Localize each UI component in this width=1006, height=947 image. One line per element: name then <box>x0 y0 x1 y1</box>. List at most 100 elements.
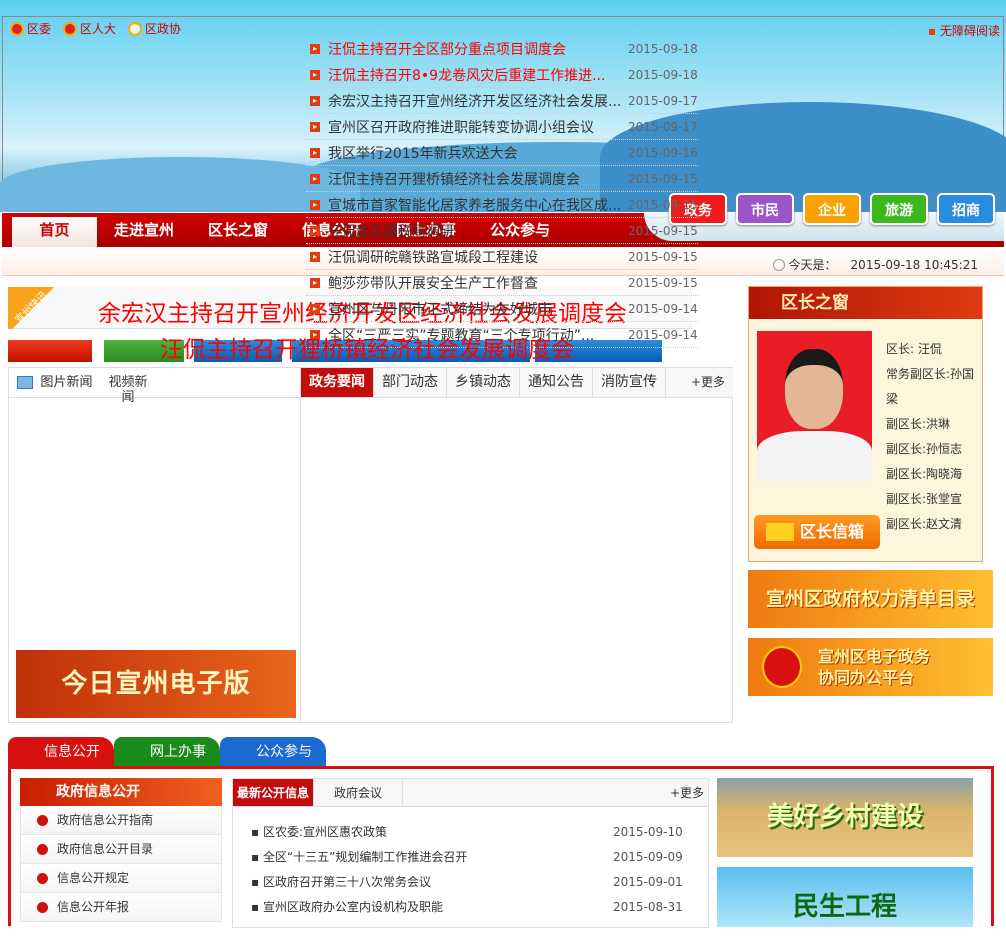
power-list-banner[interactable]: 宣州区政府权力清单目录 <box>748 570 993 628</box>
public-info-item[interactable]: ▪ 区农委:宣州区惠农政策 2015-09-10 <box>233 819 708 844</box>
link-district-committee[interactable]: 区委 <box>10 20 51 37</box>
promo-line: 协同办公平台 <box>818 668 915 687</box>
news-date: 2015-09-15 <box>628 275 698 290</box>
news-item[interactable]: ▸ 汪侃赴区国税局调研 2015-09-15 <box>306 218 698 244</box>
item-label: 政府信息公开指南 <box>57 813 154 827</box>
party-emblem-icon <box>10 21 24 36</box>
gov-info-item[interactable]: 信息公开规定 <box>20 864 222 893</box>
news-item[interactable]: ▸ 鲍莎莎带队开展安全生产工作督查 2015-09-15 <box>306 270 698 296</box>
channel-enterprise[interactable]: 企业 <box>803 193 861 225</box>
tab-online-service[interactable]: 网上办事 <box>114 737 220 767</box>
leader-name[interactable]: 副区长:孙恒志 <box>886 437 981 462</box>
flash-tag-label: 宣州快讯 <box>13 289 50 326</box>
link-label: 区委 <box>27 22 52 36</box>
item-label: 政府信息公开目录 <box>57 842 154 856</box>
date-label: 今天是： <box>788 258 837 272</box>
gov-info-item[interactable]: 政府信息公开目录 <box>20 835 222 864</box>
slide-bar[interactable] <box>8 340 92 362</box>
channel-tourism[interactable]: 旅游 <box>870 193 928 225</box>
tab-video-news[interactable]: 视频新闻 <box>104 368 152 405</box>
arrow-bullet-icon: ▸ <box>310 173 320 184</box>
mayor-photo[interactable] <box>757 331 872 481</box>
arrow-bullet-icon: ▸ <box>310 69 320 80</box>
news-item[interactable]: ▸ 宣州区召开政府推进职能转变协调小组会议 2015-09-17 <box>306 114 698 140</box>
news-item[interactable]: ▸ 宣州区与丹阳市正式缔结为友好城市 2015-09-14 <box>306 296 698 322</box>
item-date: 2015-08-31 <box>613 899 683 914</box>
nav-mayor[interactable]: 区长之窗 <box>191 217 285 247</box>
date-value: 2015-09-18 10:45:21 <box>850 258 978 272</box>
news-title: 宣州区召开政府推进职能转变协调小组会议 <box>328 119 594 136</box>
item-date: 2015-09-09 <box>613 849 683 864</box>
divider <box>300 368 301 722</box>
news-item[interactable]: ▸ 我区举行2015年新兵欢送大会 2015-09-16 <box>306 140 698 166</box>
leader-name[interactable]: 区长: 汪侃 <box>886 337 981 362</box>
link-cppcc[interactable]: 区政协 <box>128 20 181 37</box>
leader-name[interactable]: 常务副区长:孙国梁 <box>886 362 981 412</box>
leader-name[interactable]: 副区长:洪琳 <box>886 412 981 437</box>
news-title: 宣城市首家智能化居家养老服务中心在我区成... <box>328 197 622 214</box>
more-link[interactable]: +更多 <box>666 779 708 806</box>
leader-name[interactable]: 副区长:赵文清 <box>886 512 981 537</box>
nav-about[interactable]: 走进宣州 <box>97 217 191 247</box>
national-emblem-icon <box>63 21 78 36</box>
arrow-bullet-icon: ▸ <box>310 95 320 106</box>
news-item[interactable]: ▸ 汪侃主持召开狸桥镇经济社会发展调度会 2015-09-15 <box>306 166 698 192</box>
news-title: 汪侃主持召开狸桥镇经济社会发展调度会 <box>328 171 580 188</box>
bottom-tabs: 信息公开 网上办事 公众参与 <box>8 737 326 767</box>
link-label: 区政协 <box>145 22 182 36</box>
flash-headline-2[interactable]: 汪侃主持召开狸桥镇经济社会发展调度会 <box>160 330 574 364</box>
tab-town-news[interactable]: 乡镇动态 <box>447 368 520 397</box>
tab-dept-news[interactable]: 部门动态 <box>374 368 447 397</box>
news-date: 2015-09-15 <box>628 249 698 264</box>
more-link[interactable]: +更多 <box>683 368 733 397</box>
arrow-bullet-icon: ▸ <box>310 199 320 210</box>
public-info-item[interactable]: ▪ 宣州区政府办公室内设机构及职能 2015-08-31 <box>233 894 708 919</box>
news-item[interactable]: ▸ 宣城市首家智能化居家养老服务中心在我区成... 2015-09-15 <box>306 192 698 218</box>
public-info-item[interactable]: ▪ 全区“十三五”规划编制工作推进会召开 2015-09-09 <box>233 844 708 869</box>
envelope-icon <box>766 523 794 541</box>
e-gov-platform-banner[interactable]: 宣州区电子政务 协同办公平台 <box>748 638 993 696</box>
tab-latest-public[interactable]: 最新公开信息 <box>233 779 315 806</box>
tab-info-public[interactable]: 信息公开 <box>8 737 114 767</box>
tab-fire-safety[interactable]: 消防宣传 <box>593 368 666 397</box>
news-date: 2015-09-18 <box>628 67 698 82</box>
news-item[interactable]: ▸ 汪侃主持召开8•9龙卷风灾后重建工作推进... 2015-09-18 <box>306 62 698 88</box>
tab-gov-news[interactable]: 政务要闻 <box>301 368 374 397</box>
item-title: 区政府召开第三十八次常务会议 <box>262 875 431 889</box>
arrow-bullet-icon <box>37 815 48 826</box>
news-item[interactable]: ▸ 汪侃调研皖赣铁路宣城段工程建设 2015-09-15 <box>306 244 698 270</box>
tab-notices[interactable]: 通知公告 <box>520 368 593 397</box>
rural-construction-banner[interactable]: 美好乡村建设 <box>717 778 973 857</box>
leader-name[interactable]: 副区长:张堂宣 <box>886 487 981 512</box>
news-date: 2015-09-15 <box>628 197 698 212</box>
gov-info-title: 政府信息公开 <box>20 778 222 806</box>
tab-gov-meetings[interactable]: 政府会议 <box>314 779 404 806</box>
news-item[interactable]: ▸ 余宏汉主持召开宣州经济开发区经济社会发展... 2015-09-17 <box>306 88 698 114</box>
channel-citizen[interactable]: 市民 <box>736 193 794 225</box>
mayor-mailbox-button[interactable]: 区长信箱 <box>754 515 880 549</box>
flash-tag: 宣州快讯 <box>8 287 58 329</box>
accessibility-link[interactable]: ▪ 无障碍阅读 <box>928 22 1000 39</box>
news-title: 汪侃调研皖赣铁路宣城段工程建设 <box>328 249 538 266</box>
epaper-banner[interactable]: 今日宣州电子版 <box>16 650 296 718</box>
news-item[interactable]: ▸ 汪侃主持召开全区部分重点项目调度会 2015-09-18 <box>306 36 698 62</box>
channel-investment[interactable]: 招商 <box>937 193 995 225</box>
news-date: 2015-09-16 <box>628 145 698 160</box>
news-date: 2015-09-17 <box>628 93 698 108</box>
nav-home[interactable]: 首页 <box>12 217 97 247</box>
link-peoples-congress[interactable]: 区人大 <box>63 20 116 37</box>
livelihood-banner[interactable]: 民生工程 <box>717 867 973 927</box>
leader-name[interactable]: 副区长:陶晓海 <box>886 462 981 487</box>
promo-line: 宣州区电子政务 <box>818 647 931 666</box>
news-date: 2015-09-14 <box>628 301 698 316</box>
arrow-bullet-icon: ▸ <box>310 303 320 314</box>
cppcc-emblem-icon <box>128 21 143 36</box>
public-info-item[interactable]: ▪ 区政府召开第三十八次常务会议 2015-09-01 <box>233 869 708 894</box>
gov-info-item[interactable]: 政府信息公开指南 <box>20 806 222 835</box>
tab-public-participation[interactable]: 公众参与 <box>220 737 326 767</box>
gov-info-item[interactable]: 信息公开年报 <box>20 893 222 922</box>
item-label: 信息公开年报 <box>57 900 130 914</box>
picture-icon <box>17 376 33 389</box>
mayor-window: 区长之窗 区长: 汪侃 常务副区长:孙国梁 副区长:洪琳 副区长:孙恒志 副区长:陶晓海… <box>748 286 983 562</box>
news-title: 汪侃赴区国税局调研 <box>328 223 454 240</box>
